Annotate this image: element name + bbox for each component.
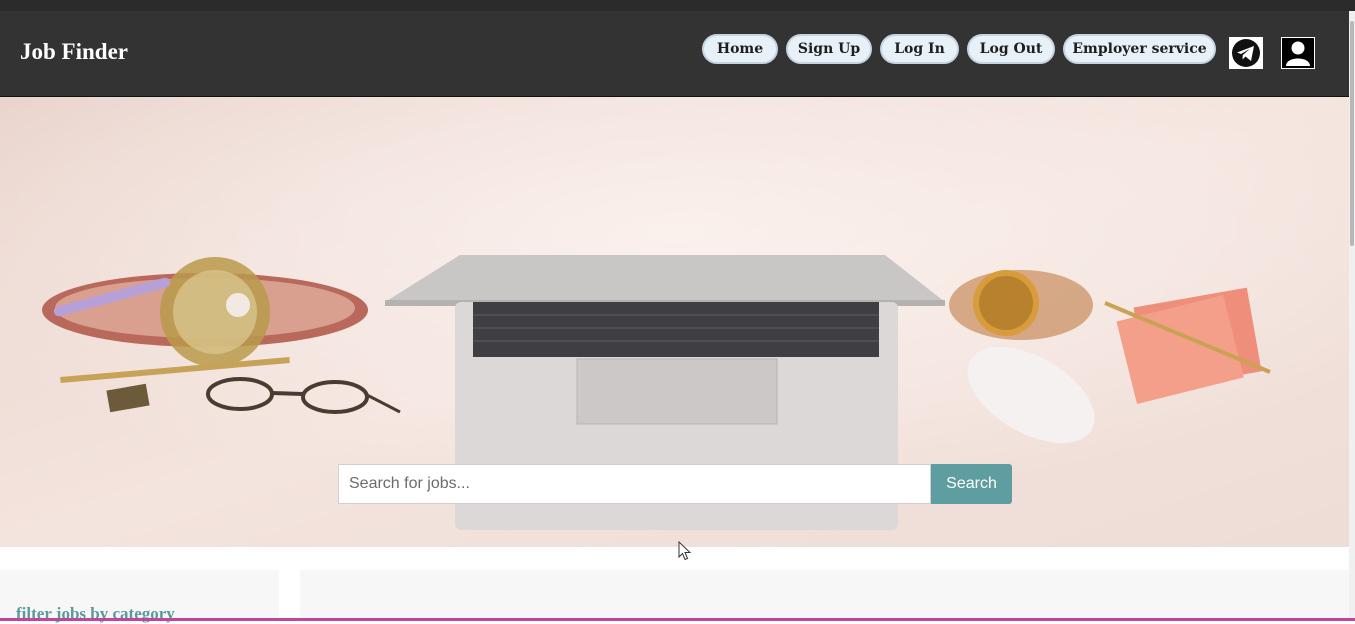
scrollbar-thumb[interactable]: [1350, 21, 1354, 246]
page-scrollbar[interactable]: [1349, 11, 1355, 621]
nav-logout-button[interactable]: Log Out: [967, 34, 1055, 64]
nav-signup-button[interactable]: Sign Up: [786, 34, 872, 64]
job-search-input[interactable]: [338, 464, 931, 504]
nav-home-button[interactable]: Home: [702, 34, 778, 64]
brand-logo-text[interactable]: Job Finder: [20, 39, 128, 65]
navbar: Job Finder Home Sign Up Log In Log Out E…: [0, 11, 1349, 97]
sidebar-title: filter jobs by category: [16, 604, 175, 623]
category-filter-sidebar: filter jobs by category: [0, 570, 279, 623]
mouse-cursor-icon: [678, 540, 692, 566]
nav-employer-service-button[interactable]: Employer service: [1063, 34, 1216, 64]
telegram-icon[interactable]: [1229, 37, 1263, 69]
job-listings-panel: [300, 570, 1349, 618]
nav-login-button[interactable]: Log In: [880, 34, 959, 64]
user-profile-icon[interactable]: [1281, 37, 1315, 69]
search-button[interactable]: Search: [931, 464, 1012, 504]
